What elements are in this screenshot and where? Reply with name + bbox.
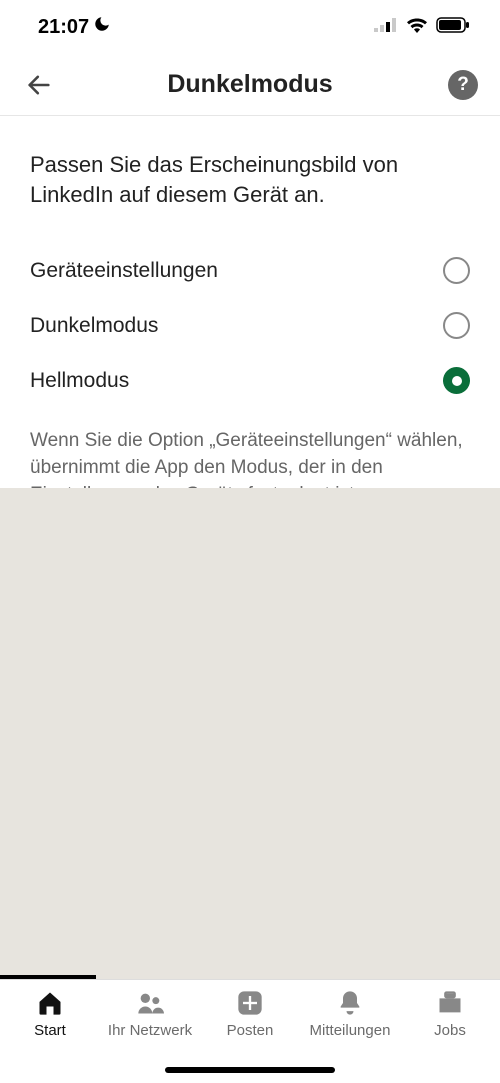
briefcase-icon (435, 988, 465, 1018)
tab-label: Jobs (434, 1022, 466, 1039)
help-icon: ? (457, 74, 469, 96)
tab-label: Mitteilungen (310, 1022, 391, 1039)
plus-square-icon (235, 988, 265, 1018)
tab-label: Ihr Netzwerk (108, 1022, 192, 1039)
tab-jobs[interactable]: Jobs (400, 988, 500, 1039)
people-icon (135, 988, 165, 1018)
intro-text: Passen Sie das Erscheinungsbild von Link… (30, 150, 470, 209)
option-dark-mode[interactable]: Dunkelmodus (30, 298, 470, 353)
home-indicator[interactable] (165, 1067, 335, 1073)
option-label: Geräteeinstellungen (30, 259, 218, 283)
tab-label: Posten (227, 1022, 274, 1039)
radio-icon (443, 257, 470, 284)
option-device-settings[interactable]: Geräteeinstellungen (30, 243, 470, 298)
content: Passen Sie das Erscheinungsbild von Link… (0, 116, 500, 508)
tab-network[interactable]: Ihr Netzwerk (100, 988, 200, 1039)
bell-icon (335, 988, 365, 1018)
radio-icon-selected (443, 367, 470, 394)
help-button[interactable]: ? (448, 70, 478, 100)
tab-post[interactable]: Posten (200, 988, 300, 1039)
background-filler (0, 488, 500, 979)
tab-notifications[interactable]: Mitteilungen (300, 988, 400, 1039)
status-bar: 21:07 (0, 0, 500, 54)
option-label: Dunkelmodus (30, 314, 158, 338)
tab-label: Start (34, 1022, 66, 1039)
dnd-moon-icon (93, 15, 111, 39)
page-title: Dunkelmodus (167, 70, 332, 99)
battery-icon (436, 17, 470, 38)
cellular-icon (374, 18, 398, 37)
status-time: 21:07 (38, 16, 89, 39)
option-label: Hellmodus (30, 369, 129, 393)
radio-icon (443, 312, 470, 339)
header: Dunkelmodus ? (0, 54, 500, 116)
tab-start[interactable]: Start (0, 988, 100, 1039)
wifi-icon (406, 17, 428, 38)
back-button[interactable] (22, 68, 56, 102)
home-icon (35, 988, 65, 1018)
option-light-mode[interactable]: Hellmodus (30, 353, 470, 408)
